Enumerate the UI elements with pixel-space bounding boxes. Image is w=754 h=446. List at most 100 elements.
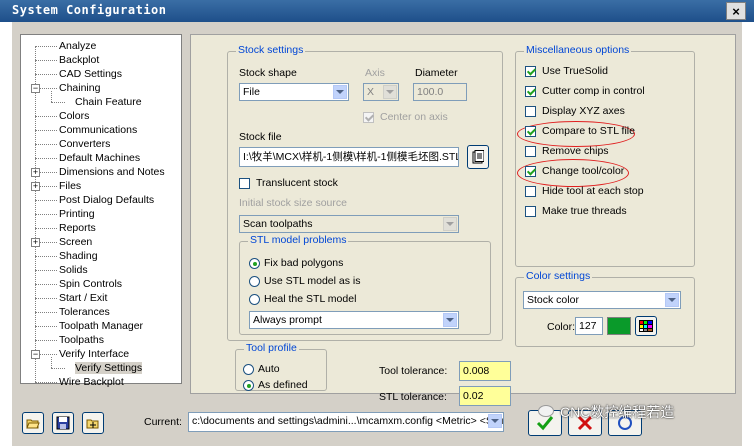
tree-item-label: Reports [59, 222, 96, 234]
misc-option-checkbox[interactable]: Change tool/color [525, 165, 624, 179]
tool-tolerance-field[interactable]: 0.008 [459, 361, 511, 381]
misc-option-label: Change tool/color [542, 165, 625, 177]
tree-item[interactable]: Colors [59, 109, 89, 123]
use-stl-as-is-radio[interactable]: Use STL model as is [249, 275, 360, 289]
dialog-client: Analyze Backplot CAD Settings − Chaining Chai… [12, 22, 742, 446]
tree-item[interactable]: Converters [59, 137, 110, 151]
tree-expander-icon[interactable]: + [31, 168, 40, 177]
tree-item[interactable]: Verify Interface [59, 347, 129, 361]
tree-item[interactable]: Solids [59, 263, 88, 277]
merge-config-button[interactable] [82, 412, 104, 434]
axis-dropdown[interactable]: X [363, 83, 399, 101]
misc-option-checkbox[interactable]: Cutter comp in control [525, 85, 645, 99]
color-number-field[interactable]: 127 [575, 317, 603, 335]
current-config-value: c:\documents and settings\admini...\mcam… [192, 415, 504, 427]
radio-dot [249, 294, 260, 305]
initial-stock-size-label: Initial stock size source [239, 197, 347, 209]
misc-option-checkbox[interactable]: Hide tool at each stop [525, 185, 644, 199]
center-on-axis-checkbox[interactable]: Center on axis [363, 111, 448, 125]
checkbox-box [525, 166, 536, 177]
tree-item[interactable]: Shading [59, 249, 98, 263]
tree-line [35, 158, 57, 159]
stl-prompt-dropdown[interactable]: Always prompt [249, 311, 459, 329]
open-folder-icon [26, 419, 40, 429]
misc-option-checkbox[interactable]: Display XYZ axes [525, 105, 625, 119]
tree-item-label: Analyze [59, 40, 97, 52]
tree-item[interactable]: Backplot [59, 53, 99, 67]
heal-stl-radio[interactable]: Heal the STL model [249, 293, 356, 307]
close-button[interactable]: × [726, 2, 746, 20]
tree-item[interactable]: Verify Settings [75, 361, 143, 375]
tree-item-label: CAD Settings [59, 68, 123, 80]
misc-option-checkbox[interactable]: Compare to STL file [525, 125, 635, 139]
tool-profile-auto-radio[interactable]: Auto [243, 363, 280, 377]
chevron-down-icon[interactable] [488, 414, 502, 428]
diameter-label: Diameter [415, 67, 458, 79]
misc-option-checkbox[interactable]: Make true threads [525, 205, 627, 219]
stock-shape-label: Stock shape [239, 67, 297, 79]
tree-item[interactable]: Reports [59, 221, 96, 235]
tree-expander-icon[interactable]: − [31, 350, 40, 359]
color-target-dropdown[interactable]: Stock color [523, 291, 681, 309]
tree-item[interactable]: Files [59, 179, 81, 193]
translucent-stock-checkbox[interactable]: Translucent stock [239, 177, 338, 191]
tree-item[interactable]: Chain Feature [75, 95, 142, 109]
checkbox-box [525, 146, 536, 157]
tree-item[interactable]: CAD Settings [59, 67, 122, 81]
tree-item[interactable]: Start / Exit [59, 291, 107, 305]
chevron-down-icon[interactable] [665, 293, 679, 307]
watermark-text: CNC数控编程若造 [560, 404, 675, 420]
tool-profile-as-defined-radio[interactable]: As defined [243, 379, 308, 393]
open-config-button[interactable] [22, 412, 44, 434]
chevron-down-icon[interactable] [443, 313, 457, 327]
tree-line [35, 214, 57, 215]
fix-bad-polygons-radio[interactable]: Fix bad polygons [249, 257, 343, 271]
misc-option-label: Use TrueSolid [542, 65, 608, 77]
use-stl-as-is-label: Use STL model as is [264, 275, 361, 287]
stock-shape-dropdown[interactable]: File [239, 83, 349, 101]
tree-item[interactable]: Communications [59, 123, 137, 137]
settings-tree[interactable]: Analyze Backplot CAD Settings − Chaining Chai… [20, 34, 182, 388]
tree-item[interactable]: Analyze [59, 39, 96, 53]
tree-line [35, 130, 57, 131]
tree-item[interactable]: Spin Controls [59, 277, 122, 291]
tree-item[interactable]: Tolerances [59, 305, 110, 319]
tree-line [35, 382, 57, 383]
verify-settings-panel: Stock settings Stock shape File Axis X D… [190, 34, 736, 406]
tree-item[interactable]: Wire Backplot [59, 375, 124, 389]
save-config-button[interactable] [52, 412, 74, 434]
tree-item[interactable]: Post Dialog Defaults [59, 193, 154, 207]
tree-item[interactable]: Toolpath Manager [59, 319, 143, 333]
tree-item[interactable]: Dimensions and Notes [59, 165, 165, 179]
tree-expander-icon[interactable]: − [31, 84, 40, 93]
misc-option-label: Display XYZ axes [542, 105, 625, 117]
tree-line [35, 200, 57, 201]
checkbox-box [239, 178, 250, 189]
initial-stock-size-dropdown[interactable]: Scan toolpaths [239, 215, 459, 233]
chevron-down-icon[interactable] [443, 217, 457, 231]
radio-dot [249, 258, 260, 269]
palette-grid-icon [639, 320, 653, 332]
diameter-field[interactable]: 100.0 [413, 83, 467, 101]
tree-expander-icon[interactable]: + [31, 182, 40, 191]
tree-item[interactable]: Screen [59, 235, 92, 249]
tree-item[interactable]: Printing [59, 207, 95, 221]
tree-expander-icon[interactable]: + [31, 238, 40, 247]
checkbox-box [525, 106, 536, 117]
misc-option-checkbox[interactable]: Use TrueSolid [525, 65, 608, 79]
misc-option-checkbox[interactable]: Remove chips [525, 145, 609, 159]
color-swatch[interactable] [607, 317, 631, 335]
fix-bad-polygons-label: Fix bad polygons [264, 257, 344, 269]
tree-item[interactable]: Default Machines [59, 151, 140, 165]
tree-item[interactable]: Toolpaths [59, 333, 104, 347]
checkbox-box [525, 66, 536, 77]
current-config-dropdown[interactable]: c:\documents and settings\admini...\mcam… [188, 412, 504, 432]
chevron-down-icon[interactable] [383, 85, 397, 99]
chevron-down-icon[interactable] [333, 85, 347, 99]
browse-file-button[interactable] [467, 145, 489, 169]
tree-item[interactable]: Chaining [59, 81, 100, 95]
misc-option-label: Cutter comp in control [542, 85, 645, 97]
color-palette-button[interactable] [635, 316, 657, 336]
tree-line [35, 284, 57, 285]
stock-file-field[interactable]: I:\牧羊\MCX\样机-1侧模\样机-1侧模毛坯图.STL [239, 147, 459, 167]
